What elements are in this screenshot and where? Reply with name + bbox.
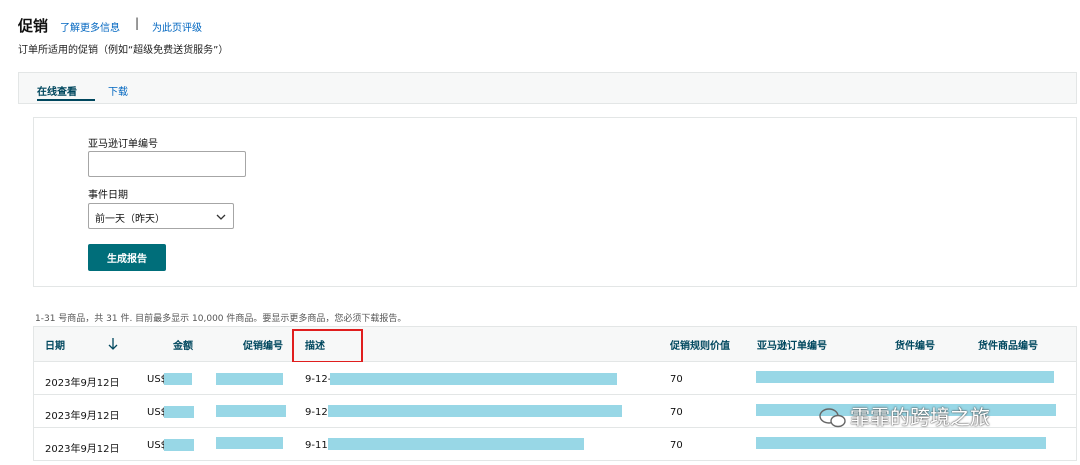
page-title: 促销 [18,17,49,35]
chevron-down-icon [216,214,226,220]
column-header-shipment-id[interactable]: 货件编号 [895,337,935,352]
redacted-promo-id [216,437,283,449]
order-id-input[interactable] [88,151,246,177]
event-date-label: 事件日期 [88,190,128,201]
learn-more-link[interactable]: 了解更多信息 [60,19,120,34]
redacted-order-shipment-ids [756,371,1054,383]
header-separator: | [135,16,140,30]
column-header-order-id[interactable]: 亚马逊订单编号 [757,337,827,352]
row-rule-value: 70 [670,407,683,418]
row-date: 2023年9月12日 [45,378,120,389]
column-header-date[interactable]: 日期 [45,337,65,352]
redacted-promo-id [216,405,286,417]
order-id-label: 亚马逊订单编号 [88,139,158,150]
page-subtitle: 订单所适用的促销（例如“超级免费送货服务”） [18,45,229,56]
filter-panel [33,117,1077,287]
column-header-shipment-item-id[interactable]: 货件商品编号 [978,337,1038,352]
event-date-selected: 前一天（昨天） [95,214,165,225]
redacted-description [330,373,617,385]
tab-download[interactable]: 下载 [108,83,128,98]
results-info-text: 1-31 号商品，共 31 件. 目前最多显示 10,000 件商品。要显示更多… [35,314,407,324]
row-rule-value: 70 [670,374,683,385]
watermark-text: 霏霏的跨境之旅 [850,405,990,429]
redacted-description [328,438,584,450]
row-date: 2023年9月12日 [45,411,120,422]
generate-report-button[interactable]: 生成报告 [88,244,166,271]
active-tab-indicator [37,99,95,101]
redacted-amount [164,439,194,451]
redacted-amount [164,373,192,385]
column-header-rule-value[interactable]: 促销规则价值 [670,337,730,352]
sort-descending-icon[interactable] [107,337,119,351]
row-description: 9-12- [305,374,332,385]
row-date: 2023年9月12日 [45,444,120,455]
tab-view-online[interactable]: 在线查看 [37,83,77,98]
event-date-select[interactable]: 前一天（昨天） [88,203,234,229]
wechat-icon [819,408,846,428]
column-header-amount[interactable]: 金额 [173,337,193,352]
rate-page-link[interactable]: 为此页评级 [152,19,202,34]
description-highlight-box [292,329,363,363]
tab-bar: 在线查看 下载 [18,72,1077,104]
redacted-order-shipment-ids [756,437,1046,449]
redacted-amount [164,406,194,418]
redacted-description [328,405,622,417]
column-header-promo-id[interactable]: 促销编号 [243,337,283,352]
row-rule-value: 70 [670,440,683,451]
redacted-promo-id [216,373,283,385]
